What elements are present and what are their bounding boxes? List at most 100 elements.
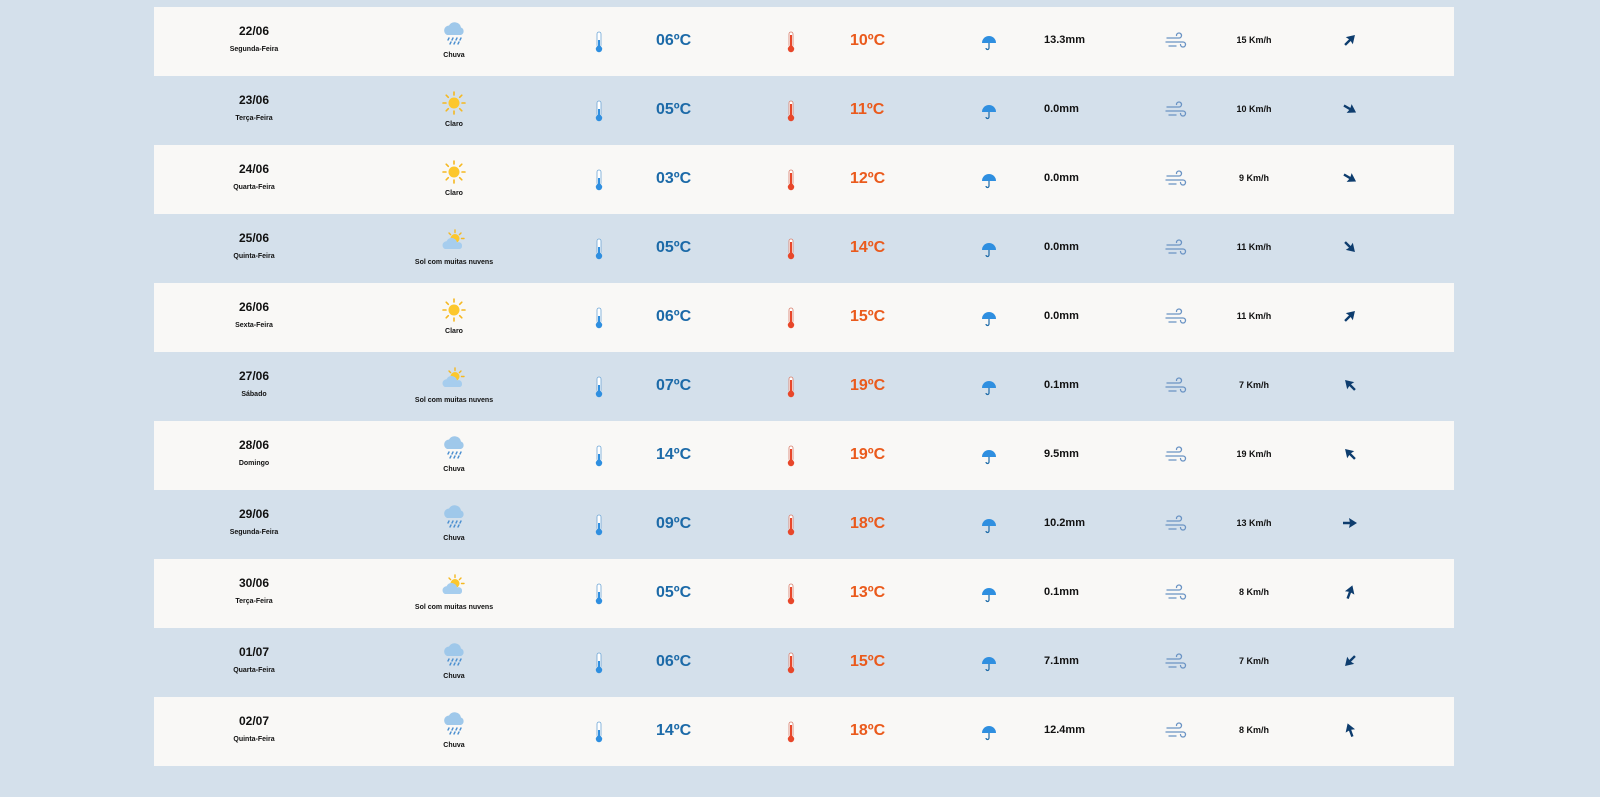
wind-direction-arrow-icon <box>1339 236 1362 259</box>
sun-cloud-icon <box>440 229 468 253</box>
date: 28/06 <box>238 438 270 452</box>
precipitation: 0.0mm <box>1044 103 1079 115</box>
condition-cell: Sol com muitas nuvens <box>354 214 554 283</box>
umbrella-icon <box>981 656 997 672</box>
weekday: Sábado <box>241 391 267 398</box>
condition-cell: Sol com muitas nuvens <box>354 352 554 421</box>
umbrella-icon <box>981 35 997 51</box>
thermometer-cold-icon <box>594 445 604 467</box>
wind-direction-arrow-icon <box>1339 305 1362 328</box>
weekday: Terça-Feira <box>235 115 273 122</box>
umbrella-icon <box>981 242 997 258</box>
min-temperature: 06ºC <box>656 308 692 325</box>
rain-cloud-icon <box>440 712 468 736</box>
min-temperature: 05ºC <box>656 584 692 601</box>
wind-direction-arrow-icon <box>1339 167 1361 189</box>
date: 29/06 <box>238 507 270 521</box>
thermometer-hot-icon <box>786 31 796 53</box>
precipitation: 0.0mm <box>1044 310 1079 322</box>
wind-speed: 15 Km/h <box>1236 35 1272 45</box>
wind-speed: 8 Km/h <box>1238 587 1269 597</box>
thermometer-hot-icon <box>786 583 796 605</box>
wind-direction-arrow-icon <box>1339 650 1362 673</box>
condition-label: Claro <box>445 121 463 128</box>
wind-icon <box>1165 101 1187 119</box>
min-temperature: 06ºC <box>656 653 692 670</box>
forecast-row: 29/06 Segunda-Feira Chuva 09ºC 18ºC 10.2… <box>154 490 1454 559</box>
wind-icon <box>1165 446 1187 464</box>
thermometer-cold-icon <box>594 100 604 122</box>
condition-cell: Sol com muitas nuvens <box>354 559 554 628</box>
precipitation: 9.5mm <box>1044 448 1079 460</box>
wind-icon <box>1165 722 1187 740</box>
max-temperature: 13ºC <box>850 584 886 601</box>
condition-label: Chuva <box>443 673 465 680</box>
min-temperature: 09ºC <box>656 515 692 532</box>
weekday: Sexta-Feira <box>235 322 273 329</box>
condition-label: Sol com muitas nuvens <box>414 259 494 266</box>
thermometer-cold-icon <box>594 652 604 674</box>
wind-speed: 11 Km/h <box>1236 242 1272 252</box>
thermometer-hot-icon <box>786 100 796 122</box>
thermometer-cold-icon <box>594 583 604 605</box>
max-temperature: 19ºC <box>850 446 886 463</box>
date-cell: 23/06 Terça-Feira <box>154 76 354 145</box>
condition-cell: Claro <box>354 283 554 352</box>
wind-icon <box>1165 377 1187 395</box>
max-temperature: 11ºC <box>850 101 885 118</box>
wind-icon <box>1165 170 1187 188</box>
umbrella-icon <box>981 311 997 327</box>
date-cell: 02/07 Quinta-Feira <box>154 697 354 766</box>
thermometer-cold-icon <box>594 238 604 260</box>
weekday: Domingo <box>238 460 270 467</box>
forecast-row: 27/06 Sábado Sol com muitas nuvens 07ºC … <box>154 352 1454 421</box>
min-temperature: 07ºC <box>656 377 692 394</box>
forecast-row: 24/06 Quarta-Feira Claro 03ºC 12ºC 0.0mm… <box>154 145 1454 214</box>
max-temperature: 14ºC <box>850 239 886 256</box>
wind-icon <box>1165 32 1187 50</box>
forecast-row: 30/06 Terça-Feira Sol com muitas nuvens … <box>154 559 1454 628</box>
umbrella-icon <box>981 725 997 741</box>
date-cell: 28/06 Domingo <box>154 421 354 490</box>
umbrella-icon <box>981 587 997 603</box>
condition-label: Sol com muitas nuvens <box>414 604 494 611</box>
min-temperature: 06ºC <box>656 32 692 49</box>
wind-speed: 8 Km/h <box>1238 725 1269 735</box>
rain-cloud-icon <box>440 436 468 460</box>
min-temperature: 14ºC <box>656 446 692 463</box>
thermometer-hot-icon <box>786 376 796 398</box>
thermometer-hot-icon <box>786 238 796 260</box>
thermometer-cold-icon <box>594 376 604 398</box>
condition-label: Chuva <box>443 742 465 749</box>
date: 01/07 <box>238 645 270 659</box>
precipitation: 0.0mm <box>1044 241 1079 253</box>
weekday: Segunda-Feira <box>229 46 279 53</box>
date: 26/06 <box>238 300 270 314</box>
thermometer-cold-icon <box>594 307 604 329</box>
thermometer-cold-icon <box>594 514 604 536</box>
thermometer-hot-icon <box>786 307 796 329</box>
precipitation: 12.4mm <box>1044 724 1085 736</box>
date: 23/06 <box>238 93 270 107</box>
thermometer-cold-icon <box>594 31 604 53</box>
thermometer-hot-icon <box>786 169 796 191</box>
max-temperature: 18ºC <box>850 722 886 739</box>
weekday: Quarta-Feira <box>233 184 275 191</box>
date: 25/06 <box>238 231 270 245</box>
date-cell: 24/06 Quarta-Feira <box>154 145 354 214</box>
weekday: Segunda-Feira <box>229 529 279 536</box>
precipitation: 10.2mm <box>1044 517 1085 529</box>
rain-cloud-icon <box>440 643 468 667</box>
wind-icon <box>1165 239 1187 257</box>
precipitation: 0.0mm <box>1044 172 1079 184</box>
sun-icon <box>440 160 468 184</box>
date-cell: 29/06 Segunda-Feira <box>154 490 354 559</box>
max-temperature: 15ºC <box>850 653 886 670</box>
sun-cloud-icon <box>440 367 468 391</box>
wind-icon <box>1165 584 1187 602</box>
wind-direction-arrow-icon <box>1342 515 1358 531</box>
forecast-row: 23/06 Terça-Feira Claro 05ºC 11ºC 0.0mm … <box>154 76 1454 145</box>
min-temperature: 05ºC <box>656 101 692 118</box>
condition-label: Chuva <box>443 535 465 542</box>
wind-direction-arrow-icon <box>1339 443 1362 466</box>
